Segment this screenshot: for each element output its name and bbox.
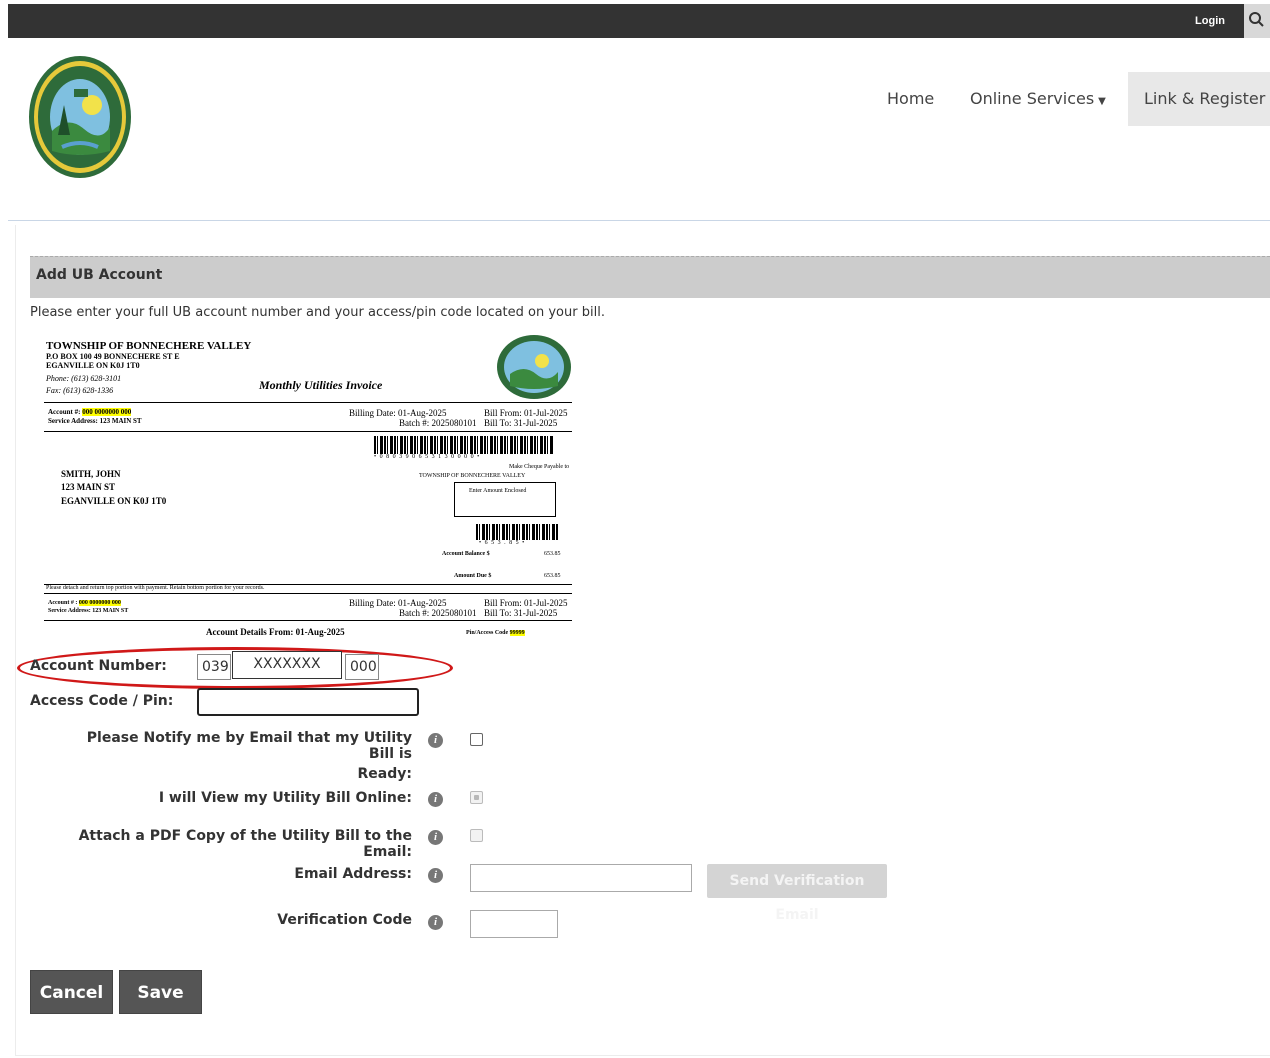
bill-barcode-digits: • 0 8 0 3 9 0 6 5 3 1 3 0 0 0 0 • [374,454,481,460]
nav-online-services[interactable]: Online Services ▼ [970,72,1106,129]
bill-barcode-2 [476,524,558,540]
bill-fax: Fax: (613) 628-1336 [46,386,114,395]
info-icon[interactable]: i [428,792,443,807]
bill-org-name: TOWNSHIP OF BONNECHERE VALLEY [46,340,252,352]
bill-amount-due: 653.85 [544,573,561,579]
content-bottom-border [15,1055,1270,1056]
search-button[interactable] [1244,4,1270,38]
search-icon [1249,12,1264,27]
header-divider [8,220,1270,221]
notify-email-label: Please Notify me by Email that my Utilit… [60,730,412,782]
bill-detach-note: Please detach and return top portion wit… [46,585,265,591]
sample-bill-image: TOWNSHIP OF BONNECHERE VALLEY P.O BOX 10… [44,332,588,648]
cancel-button[interactable]: Cancel [30,970,113,1014]
verification-code-input[interactable] [470,910,558,938]
nav-online-services-label: Online Services [970,89,1095,108]
info-icon[interactable]: i [428,915,443,930]
bill-to: Bill To: 31-Jul-2025 [484,418,558,428]
bill-customer-city: EGANVILLE ON K0J 1T0 [61,496,167,506]
notify-email-label-line2: Ready: [357,766,412,782]
bill-from-2: Bill From: 01-Jul-2025 [484,598,568,608]
township-logo[interactable] [28,55,132,179]
bill-logo [497,335,571,399]
bill-details-from: Account Details From: 01-Aug-2025 [206,627,345,637]
bill-billing-date-2: Billing Date: 01-Aug-2025 [349,598,447,608]
bill-from: Bill From: 01-Jul-2025 [484,408,568,418]
bill-payable-to-1: Make Cheque Payable to [509,464,570,470]
info-icon[interactable]: i [428,868,443,883]
bill-amount-enclosed: Enter Amount Enclosed [469,488,527,494]
account-number-part1-input[interactable]: 039 [197,654,231,680]
account-number-label: Account Number: [30,658,167,674]
bill-amount-due-label: Amount Due $ [454,573,492,579]
email-address-input[interactable] [470,864,692,892]
bill-account-value: 000 0000000 000 [82,408,132,416]
nav-link-register[interactable]: Link & Register [1128,72,1270,126]
bill-account-label: Account #: [48,408,81,416]
login-link[interactable]: Login [1184,12,1236,30]
bill-account-label-2: Account # : [48,600,78,606]
bill-account-balance-label: Account Balance $ [442,551,490,557]
info-icon[interactable]: i [428,830,443,845]
instructions-text: Please enter your full UB account number… [30,305,605,320]
bill-batch-2: Batch #: 2025080101 [399,608,477,618]
view-online-label: I will View my Utility Bill Online: [158,790,412,806]
caret-down-icon: ▼ [1098,96,1106,107]
bill-pin-label: Pin/Access Code [466,630,509,636]
bill-address-1: P.O BOX 100 49 BONNECHERE ST E [46,352,180,361]
notify-email-checkbox[interactable] [470,733,483,746]
send-verification-button[interactable]: Send Verification Email [707,864,887,923]
account-number-part2-input[interactable]: XXXXXXX [232,651,342,679]
section-title: Add UB Account [30,256,1270,298]
bill-phone: Phone: (613) 628-3101 [46,374,122,383]
bill-service-address: Service Address: 123 MAIN ST [48,417,142,425]
bill-address-2: EGANVILLE ON K0J 1T0 [46,361,140,370]
email-address-label: Email Address: [294,866,412,882]
nav-home[interactable]: Home [887,72,934,126]
verification-code-label: Verification Code [277,912,412,928]
bill-customer-name: SMITH, JOHN [61,469,121,479]
account-number-part3-input[interactable]: 000 [345,654,379,680]
bill-service-address-2: Service Address: 123 MAIN ST [48,608,129,614]
bill-barcode [374,436,554,454]
bill-barcode2-digits: • 6 5 3 . 8 5 • [479,540,526,546]
bill-account-balance: 653.85 [544,551,561,557]
top-bar: Login [8,4,1270,38]
notify-email-label-line1: Please Notify me by Email that my Utilit… [86,730,412,762]
attach-pdf-checkbox[interactable] [470,829,483,842]
bill-customer-street: 123 MAIN ST [61,482,116,492]
access-code-input[interactable] [197,688,419,716]
view-online-checkbox[interactable] [470,791,483,804]
bill-payable-to-2: TOWNSHIP OF BONNECHERE VALLEY [419,473,526,479]
bill-pin-value: 99999 [509,630,525,636]
bill-to-2: Bill To: 31-Jul-2025 [484,608,558,618]
bill-account-value-2: 000 0000000 000 [78,600,121,606]
save-button[interactable]: Save [119,970,202,1014]
bill-batch: Batch #: 2025080101 [399,418,477,428]
info-icon[interactable]: i [428,733,443,748]
attach-pdf-label: Attach a PDF Copy of the Utility Bill to… [78,828,412,860]
access-code-label: Access Code / Pin: [30,693,174,709]
bill-billing-date: Billing Date: 01-Aug-2025 [349,408,447,418]
bill-invoice-title: Monthly Utilities Invoice [259,378,383,392]
content-left-border [15,225,16,1055]
